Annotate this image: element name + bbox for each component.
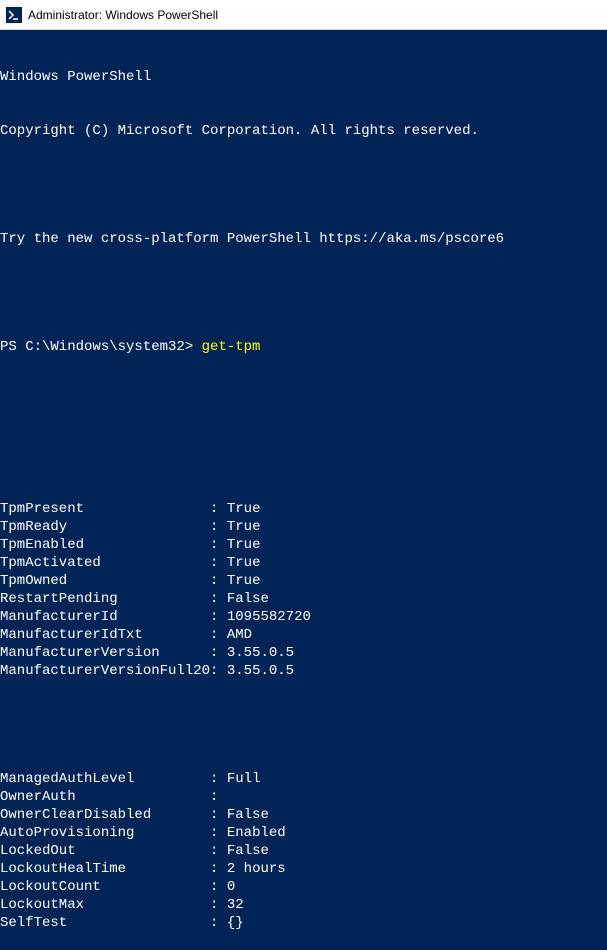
output-separator: : <box>210 860 227 878</box>
output-separator: : <box>210 626 227 644</box>
output-separator: : <box>210 806 227 824</box>
output-key: LockoutCount <box>0 878 210 896</box>
output-separator: : <box>210 608 227 626</box>
output-row: SelfTest : {} <box>0 914 607 932</box>
output-key: OwnerClearDisabled <box>0 806 210 824</box>
output-separator: : <box>210 500 227 518</box>
output-separator: : <box>210 770 227 788</box>
output-row: ManufacturerVersion : 3.55.0.5 <box>0 644 607 662</box>
output-key: LockedOut <box>0 842 210 860</box>
try-line: Try the new cross-platform PowerShell ht… <box>0 230 607 248</box>
powershell-icon <box>6 7 22 23</box>
output-separator: : <box>210 536 227 554</box>
output-key: ManagedAuthLevel <box>0 770 210 788</box>
output-key: TpmOwned <box>0 572 210 590</box>
output-row: AutoProvisioning : Enabled <box>0 824 607 842</box>
output-row: LockoutMax : 32 <box>0 896 607 914</box>
output-value: 1095582720 <box>227 608 311 626</box>
output-row: ManagedAuthLevel : Full <box>0 770 607 788</box>
output-key: TpmEnabled <box>0 536 210 554</box>
output-key: LockoutHealTime <box>0 860 210 878</box>
output-row: TpmActivated : True <box>0 554 607 572</box>
output-row: LockoutCount : 0 <box>0 878 607 896</box>
output-value: True <box>227 536 261 554</box>
output-row: TpmPresent : True <box>0 500 607 518</box>
output-key: AutoProvisioning <box>0 824 210 842</box>
output-value: 32 <box>227 896 244 914</box>
output-value: False <box>227 806 269 824</box>
output-row: TpmReady : True <box>0 518 607 536</box>
output-value: Full <box>227 770 261 788</box>
output-key: SelfTest <box>0 914 210 932</box>
output-row: TpmOwned : True <box>0 572 607 590</box>
output-key: LockoutMax <box>0 896 210 914</box>
blank-line <box>0 716 607 734</box>
output-row: ManufacturerIdTxt : AMD <box>0 626 607 644</box>
output-row: TpmEnabled : True <box>0 536 607 554</box>
header-line: Windows PowerShell <box>0 68 607 86</box>
output-value: True <box>227 572 261 590</box>
output-separator: : <box>210 644 227 662</box>
blank-line <box>0 446 607 464</box>
console-output[interactable]: Windows PowerShell Copyright (C) Microso… <box>0 30 607 950</box>
output-value: 3.55.0.5 <box>227 644 294 662</box>
output-key: OwnerAuth <box>0 788 210 806</box>
output-row: LockoutHealTime : 2 hours <box>0 860 607 878</box>
output-separator: : <box>210 842 227 860</box>
output-block-1: TpmPresent : TrueTpmReady : TrueTpmEnabl… <box>0 500 607 680</box>
output-value: {} <box>227 914 244 932</box>
output-value: 0 <box>227 878 235 896</box>
output-key: RestartPending <box>0 590 210 608</box>
output-separator: : <box>210 572 227 590</box>
output-key: ManufacturerVersionFull20 <box>0 662 210 680</box>
output-row: RestartPending : False <box>0 590 607 608</box>
output-value: False <box>227 590 269 608</box>
prompt-line: PS C:\Windows\system32> get-tpm <box>0 338 607 356</box>
output-row: ManufacturerId : 1095582720 <box>0 608 607 626</box>
output-separator: : <box>210 590 227 608</box>
output-separator: : <box>210 914 227 932</box>
output-value: AMD <box>227 626 252 644</box>
blank-line <box>0 176 607 194</box>
output-value: 2 hours <box>227 860 286 878</box>
output-key: TpmActivated <box>0 554 210 572</box>
output-separator: : <box>210 554 227 572</box>
window-title: Administrator: Windows PowerShell <box>28 8 218 22</box>
output-separator: : <box>210 788 227 806</box>
output-key: ManufacturerIdTxt <box>0 626 210 644</box>
titlebar[interactable]: Administrator: Windows PowerShell <box>0 0 607 30</box>
output-row: LockedOut : False <box>0 842 607 860</box>
output-separator: : <box>210 896 227 914</box>
output-row: OwnerAuth : <box>0 788 607 806</box>
output-row: OwnerClearDisabled : False <box>0 806 607 824</box>
output-key: ManufacturerId <box>0 608 210 626</box>
output-row: ManufacturerVersionFull20: 3.55.0.5 <box>0 662 607 680</box>
output-key: ManufacturerVersion <box>0 644 210 662</box>
output-value: True <box>227 518 261 536</box>
output-separator: : <box>210 878 227 896</box>
output-value: 3.55.0.5 <box>227 662 294 680</box>
output-separator: : <box>210 824 227 842</box>
output-separator: : <box>210 518 227 536</box>
output-value: Enabled <box>227 824 286 842</box>
typed-command: get-tpm <box>202 339 261 355</box>
output-key: TpmPresent <box>0 500 210 518</box>
prompt-path: PS C:\Windows\system32> <box>0 339 202 355</box>
output-key: TpmReady <box>0 518 210 536</box>
blank-line <box>0 392 607 410</box>
output-value: True <box>227 554 261 572</box>
output-value: True <box>227 500 261 518</box>
output-separator: : <box>210 662 227 680</box>
output-block-2: ManagedAuthLevel : FullOwnerAuth : Owner… <box>0 770 607 932</box>
copyright-line: Copyright (C) Microsoft Corporation. All… <box>0 122 607 140</box>
output-value: False <box>227 842 269 860</box>
blank-line <box>0 284 607 302</box>
